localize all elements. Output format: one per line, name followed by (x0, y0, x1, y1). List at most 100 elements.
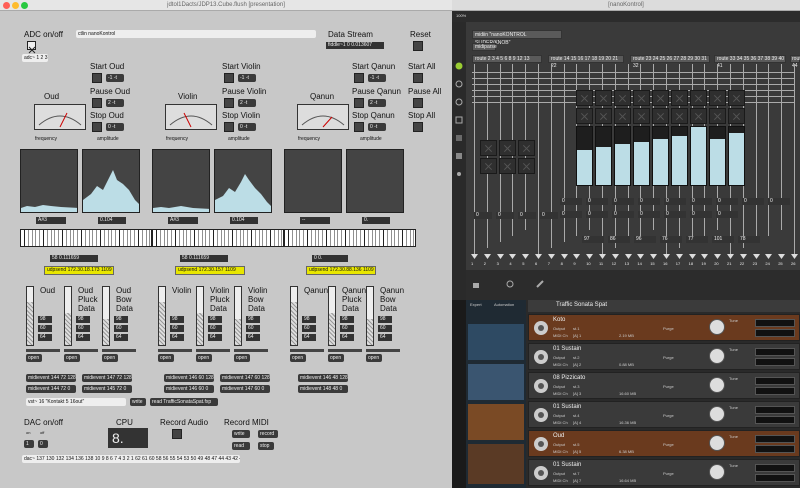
pause-oud-msg[interactable]: 2 -t (106, 99, 124, 107)
number-box[interactable]: 0 (742, 198, 764, 205)
number-box[interactable]: 0 (540, 212, 558, 219)
start-violin-msg[interactable]: -1 -t (238, 74, 256, 82)
start-all-button[interactable] (413, 73, 423, 83)
grid-button[interactable] (576, 90, 593, 106)
midievent-msg[interactable]: midievent 148 48 0 (298, 385, 348, 393)
value-box[interactable]: 86 (608, 236, 630, 243)
output-value[interactable]: st.2 (573, 355, 579, 360)
level-bar[interactable] (728, 126, 745, 186)
value-box[interactable]: 77 (686, 236, 708, 243)
number-box[interactable]: 0 (690, 211, 712, 218)
grid-button[interactable] (480, 158, 497, 174)
route-object[interactable]: route 33 34 35 36 37 38 39 40 41 (714, 55, 786, 69)
number-box[interactable]: 0 (638, 211, 660, 218)
number-box[interactable]: 0 (518, 212, 536, 219)
volume-slider[interactable] (64, 286, 72, 346)
value-box[interactable]: 97 (582, 236, 604, 243)
violin-amp-box[interactable]: 0.104 (230, 217, 258, 224)
midievent-msg[interactable]: midievent 147 60 0 (220, 385, 270, 393)
violin-keyboard[interactable] (152, 229, 284, 247)
number-box[interactable]: 0 (560, 198, 582, 205)
purge-label[interactable]: Purge (663, 413, 674, 418)
number-box[interactable]: 0 (560, 211, 582, 218)
pause-qanun-msg[interactable]: 2 -t (368, 99, 386, 107)
grid-button[interactable] (595, 90, 612, 106)
volume-slider[interactable] (158, 286, 166, 346)
stop-oud-button[interactable] (92, 122, 102, 132)
grid-button[interactable] (671, 108, 688, 124)
open-msg[interactable]: open (158, 354, 174, 362)
volume-slider[interactable] (196, 286, 204, 346)
midievent-msg[interactable]: midievent 146 48 128 (298, 374, 348, 382)
violin-udpsend[interactable]: udpsend 172.30.157 1109 (175, 266, 245, 275)
grid-button[interactable] (499, 140, 516, 156)
midi-read-msg[interactable]: read (232, 442, 250, 450)
zoom-level[interactable]: 100% (456, 13, 466, 18)
level-bar[interactable] (671, 126, 688, 186)
midi-ch-value[interactable]: [A] 4 (573, 420, 581, 425)
grid-button[interactable] (576, 108, 593, 124)
purge-label[interactable]: Purge (663, 384, 674, 389)
grid-button[interactable] (518, 158, 535, 174)
midiparse-object[interactable]: midiparse (472, 43, 497, 51)
oud-keyboard[interactable] (20, 229, 152, 247)
number-box[interactable]: 0 (716, 198, 738, 205)
midievent-msg[interactable]: midievent 147 60 128 (220, 374, 270, 382)
grid-button[interactable] (671, 90, 688, 106)
multi-title[interactable]: Traffic Sonata Spat (556, 302, 607, 308)
pause-qanun-button[interactable] (354, 98, 364, 108)
pause-violin-button[interactable] (224, 98, 234, 108)
midievent-msg[interactable]: midievent 147 72 128 (82, 374, 132, 382)
open-msg[interactable]: open (234, 354, 250, 362)
volume-slider[interactable] (290, 286, 298, 346)
level-bar[interactable] (614, 126, 631, 186)
stop-qanun-msg[interactable]: 0 -t (368, 123, 386, 131)
start-oud-msg[interactable]: -1 -t (106, 74, 124, 82)
pause-oud-button[interactable] (92, 98, 102, 108)
grid-button[interactable] (728, 108, 745, 124)
output-value[interactable]: st.5 (573, 442, 579, 447)
stop-qanun-button[interactable] (354, 122, 364, 132)
route-object[interactable]: route 2 3 4 5 6 8 9 12 13 (472, 55, 542, 63)
stop-violin-button[interactable] (224, 122, 234, 132)
tab-expert[interactable]: Expert (470, 302, 482, 307)
midievent-msg[interactable]: midievent 144 72 0 (26, 385, 76, 393)
start-violin-button[interactable] (224, 73, 234, 83)
number-box[interactable]: 0 (690, 198, 712, 205)
tune-knob[interactable] (709, 377, 725, 393)
open-msg[interactable]: open (26, 354, 42, 362)
ctlin-object[interactable]: ctlin nanoKontrol (76, 30, 316, 38)
close-window-button[interactable] (3, 2, 10, 9)
stop-oud-msg[interactable]: 0 -t (106, 123, 124, 131)
instrument-slot[interactable]: Koto Output st.1 MIDI Ch [A] 1 2.19 MB P… (528, 314, 800, 341)
read-file-msg[interactable]: read TrafficSonataSpat.fxp (150, 398, 218, 406)
record-audio-toggle[interactable] (172, 429, 182, 439)
instrument-name[interactable]: 08 Pizzicato (553, 375, 585, 381)
number-box[interactable]: 0 (474, 212, 492, 219)
qanun-note-box[interactable]: -- (300, 217, 330, 224)
level-bar[interactable] (576, 126, 593, 186)
midievent-msg[interactable]: midievent 144 72 128 (26, 374, 76, 382)
qanun-amp-box[interactable]: 0. (362, 217, 390, 224)
level-bar[interactable] (709, 126, 726, 186)
instrument-name[interactable]: Oud (553, 433, 564, 439)
instrument-slot[interactable]: 08 Pizzicato Output st.3 MIDI Ch [A] 3 1… (528, 372, 800, 399)
stop-violin-msg[interactable]: 0 -t (238, 123, 256, 131)
qanun-keyboard[interactable] (284, 229, 416, 247)
midiin-object[interactable]: midiin "nanoKONTROL SLIDER/KNOB" (472, 30, 562, 46)
dac-on-msg[interactable]: 1 (24, 440, 34, 448)
level-bar[interactable] (595, 126, 612, 186)
volume-slider[interactable] (234, 286, 242, 346)
midi-ch-value[interactable]: [A] 5 (573, 449, 581, 454)
midi-stop-msg[interactable]: stop (258, 442, 274, 450)
route-object[interactable]: route 44 (790, 55, 800, 69)
number-box[interactable]: 0 (612, 211, 634, 218)
level-bar[interactable] (690, 126, 707, 186)
midi-ch-value[interactable]: [A] 2 (573, 362, 581, 367)
value-box[interactable]: 76 (660, 236, 682, 243)
instrument-name[interactable]: 01 Sustain (553, 462, 581, 468)
instrument-name[interactable]: Koto (553, 317, 565, 323)
open-msg[interactable]: open (328, 354, 344, 362)
value-box[interactable]: 101 (712, 236, 734, 243)
grid-button[interactable] (499, 158, 516, 174)
